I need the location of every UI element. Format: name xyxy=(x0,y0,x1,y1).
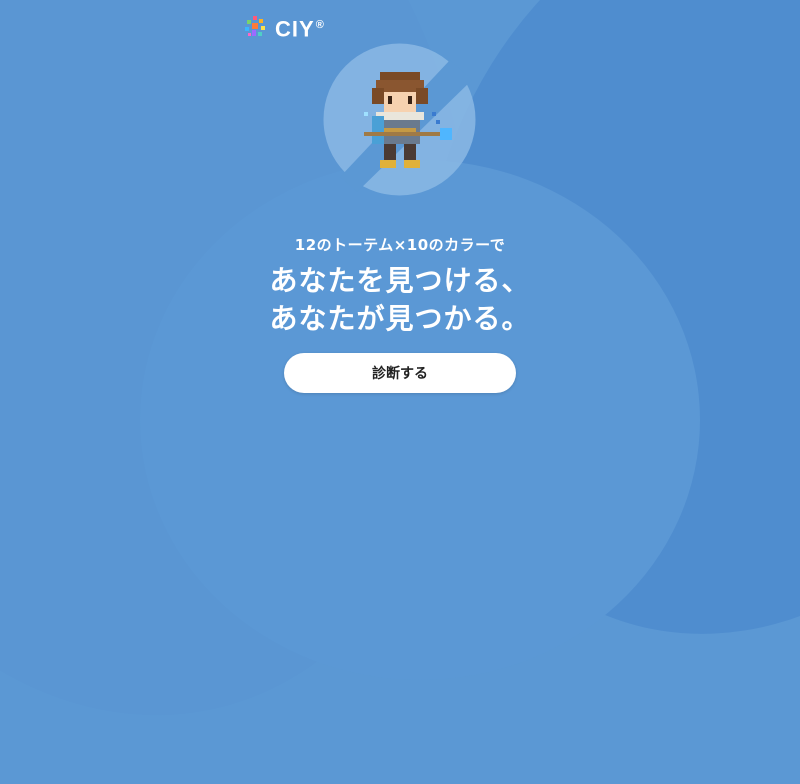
brand-logo[interactable]: CIY® xyxy=(243,14,325,42)
subtitle: 12のトーテム×10のカラーで xyxy=(294,236,506,254)
headline-line-2: あなたが見つかる。 xyxy=(269,302,531,335)
headline-line-1: あなたを見つける、 xyxy=(269,264,531,297)
start-diagnosis-button[interactable]: 診断する xyxy=(284,353,516,393)
pixel-character-icon xyxy=(364,72,452,168)
logo-mark-icon xyxy=(245,16,265,36)
page-title: あなたを見つける、 あなたが見つかる。 xyxy=(0,262,800,338)
hero-illustration xyxy=(322,42,477,197)
brand-name: CIY® xyxy=(275,16,325,42)
